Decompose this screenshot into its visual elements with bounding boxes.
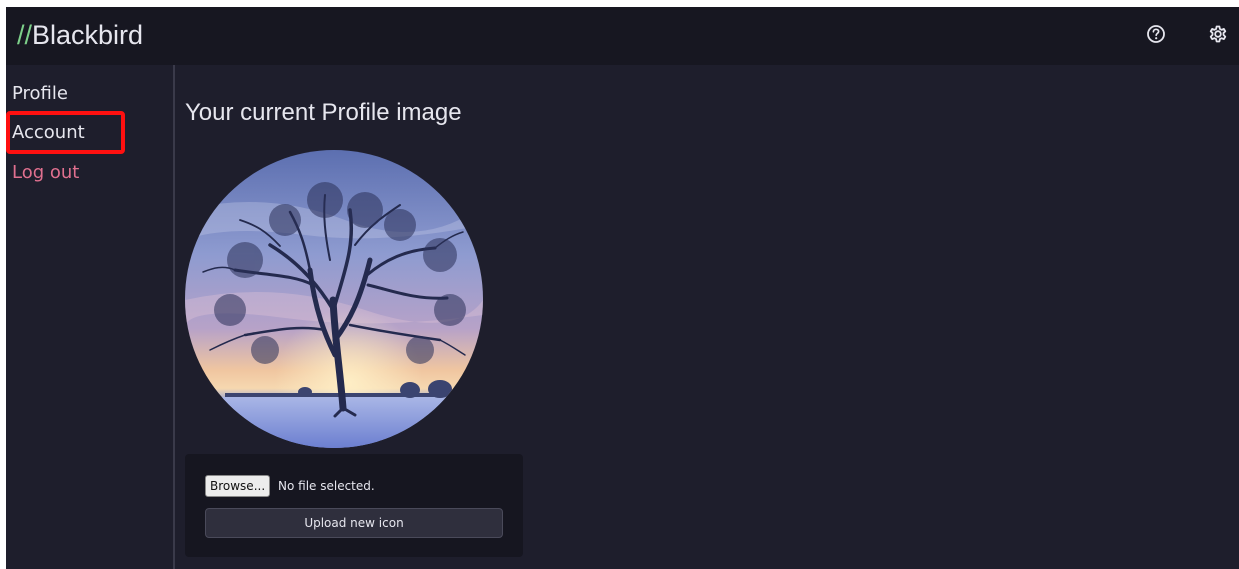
file-status-text: No file selected. (278, 479, 375, 493)
sidebar-divider (173, 65, 175, 569)
sidebar-item-account[interactable]: Account (12, 121, 85, 145)
sidebar-item-logout[interactable]: Log out (12, 161, 79, 185)
profile-image (185, 150, 483, 448)
app-logo[interactable]: //Blackbird (17, 19, 143, 51)
help-icon[interactable] (1145, 23, 1167, 45)
top-bar: //Blackbird (6, 7, 1239, 65)
browse-button[interactable]: Browse... (205, 475, 271, 497)
settings-icon[interactable] (1207, 23, 1229, 45)
sidebar-item-profile[interactable]: Profile (12, 82, 68, 106)
logo-text: Blackbird (32, 20, 144, 50)
upload-icon-button[interactable]: Upload new icon (205, 508, 503, 538)
logo-slashes: // (17, 20, 33, 50)
page-title: Your current Profile image (185, 99, 462, 126)
upload-panel: Browse... No file selected. Upload new i… (185, 454, 523, 557)
app-window: //Blackbird Profile Account Log out Your… (6, 7, 1239, 569)
